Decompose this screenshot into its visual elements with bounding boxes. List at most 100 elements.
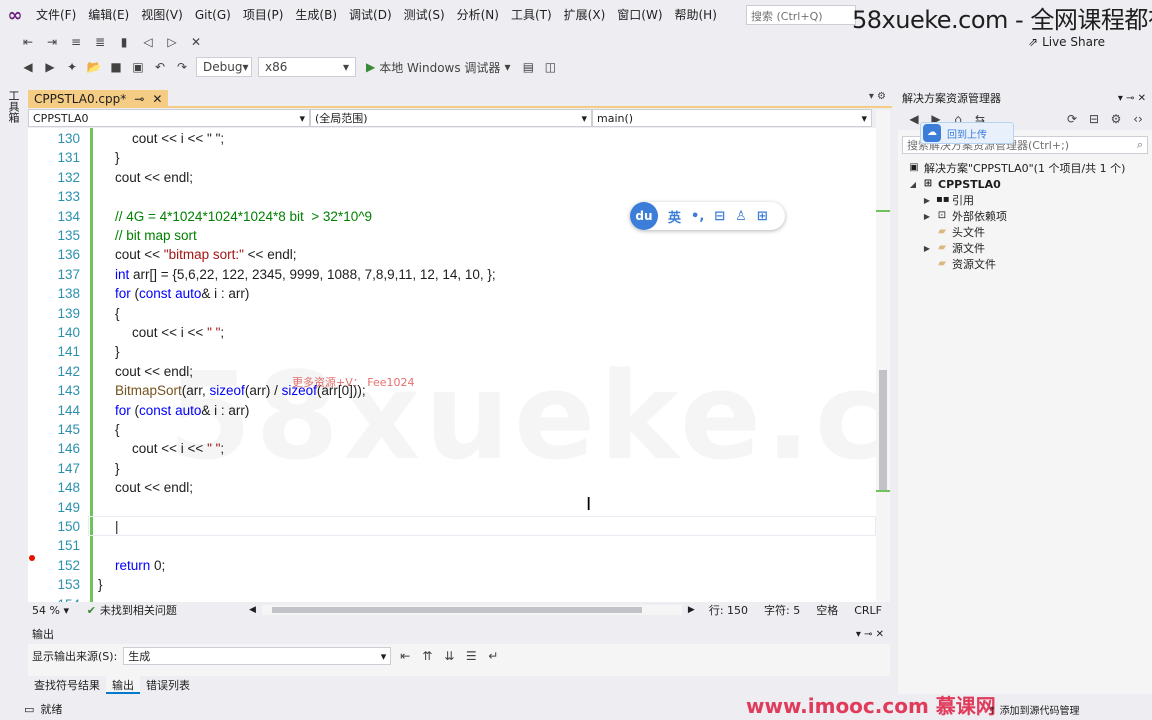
tree-item-source-files[interactable]: ▶ ▰ 源文件 [922, 240, 985, 256]
zoom-select[interactable]: 54 % ▾ [28, 604, 87, 617]
menu-debug[interactable]: 调试(D) [343, 0, 398, 30]
toolbox-tab[interactable]: 工具箱 [7, 90, 21, 123]
code-line[interactable]: 154 [28, 595, 876, 602]
run-debugger-button[interactable]: ▶ 本地 Windows 调试器 ▾ [362, 59, 514, 76]
clear-all-icon[interactable]: ☰ [463, 648, 479, 664]
menu-extensions[interactable]: 扩展(X) [558, 0, 612, 30]
clear-bookmarks-icon[interactable]: ✕ [188, 34, 204, 50]
code-line[interactable]: 152 return 0; [28, 556, 876, 575]
ime-keyboard-icon[interactable]: ⊟ [714, 209, 725, 224]
config-select[interactable]: Debug ▾ [196, 57, 252, 77]
collapse-all-icon[interactable]: ⊟ [1086, 111, 1102, 127]
code-line[interactable]: 137 int arr[] = {5,6,22, 122, 2345, 9999,… [28, 265, 876, 284]
search-input[interactable]: 搜索 (Ctrl+Q) [746, 5, 856, 25]
visual-studio-logo-icon[interactable]: ∞ [0, 0, 30, 30]
menu-test[interactable]: 测试(S) [398, 0, 451, 30]
code-line[interactable]: 139 { [28, 304, 876, 323]
properties-icon[interactable]: ⚙ [1108, 111, 1124, 127]
member-select[interactable]: main() ▾ [592, 109, 872, 127]
undo-icon[interactable]: ↶ [152, 59, 168, 75]
collapsed-arrow-icon[interactable]: ▶ [922, 212, 932, 221]
tree-item-external-deps[interactable]: ▶ ⊡ 外部依赖项 [922, 208, 1007, 224]
sync-icon[interactable]: ⟳ [1064, 111, 1080, 127]
prev-bookmark-icon[interactable]: ◁ [140, 34, 156, 50]
code-line[interactable]: 130 cout << i << " "; [28, 129, 876, 148]
editor-horizontal-scrollbar[interactable] [261, 605, 682, 615]
menu-build[interactable]: 生成(B) [289, 0, 343, 30]
menu-git[interactable]: Git(G) [189, 0, 237, 30]
add-to-source-control-button[interactable]: ↑ 添加到源代码管理 [988, 702, 1080, 717]
tree-item-solution[interactable]: ▣ 解决方案"CPPSTLA0"(1 个项目/共 1 个) [908, 160, 1125, 176]
expanded-arrow-icon[interactable]: ◢ [908, 180, 918, 189]
comment-icon[interactable]: ≡ [68, 34, 84, 50]
tree-item-header-files[interactable]: ▰ 头文件 [922, 224, 985, 240]
word-wrap-icon[interactable]: ↵ [485, 648, 501, 664]
next-bookmark-icon[interactable]: ▷ [164, 34, 180, 50]
cloud-upload-badge[interactable]: ☁ 回到上传 [920, 122, 1014, 144]
menu-window[interactable]: 窗口(W) [611, 0, 668, 30]
code-editor[interactable]: 130 cout << i << " "; 131} 132 cout << end… [28, 128, 876, 602]
prev-message-icon[interactable]: ⇈ [419, 648, 435, 664]
open-file-icon[interactable]: 📂 [86, 59, 102, 75]
scroll-right-icon[interactable]: ▶ [682, 605, 701, 615]
scrollbar-thumb[interactable] [271, 607, 642, 613]
tree-item-references[interactable]: ▶ ▪▪ 引用 [922, 192, 974, 208]
code-line[interactable]: 153} [28, 575, 876, 594]
scrollbar-thumb[interactable] [879, 370, 887, 490]
tab-error-list[interactable]: 错误列表 [140, 676, 196, 694]
redo-icon[interactable]: ↷ [174, 59, 190, 75]
platform-select[interactable]: x86 ▾ [258, 57, 356, 77]
code-line[interactable]: 138 for (const auto& i : arr) [28, 284, 876, 303]
line-ending-indicator[interactable]: CRLF [846, 604, 890, 617]
tab-cppstla0[interactable]: CPPSTLA0.cpp* ⊸ ✕ [28, 90, 169, 108]
ime-user-icon[interactable]: ♙ [735, 209, 747, 224]
indent-icon[interactable]: ⇤ [20, 34, 36, 50]
panel-controls-icon[interactable]: ▾ ⊸ ✕ [1118, 90, 1146, 108]
panel-controls-icon[interactable]: ▾ ⊸ ✕ [856, 626, 884, 644]
code-view-icon[interactable]: ‹› [1130, 111, 1146, 127]
ime-grid-icon[interactable]: ⊞ [757, 209, 768, 224]
tab-overflow-icon[interactable]: ▾ ⚙ [869, 91, 886, 102]
tab-output[interactable]: 输出 [106, 676, 140, 694]
ime-language-toggle[interactable]: 英 [668, 207, 681, 226]
project-select[interactable]: CPPSTLA0 ▾ [28, 109, 310, 127]
scroll-left-icon[interactable]: ◀ [243, 605, 262, 615]
save-icon[interactable]: ■ [108, 59, 124, 75]
folder-icon[interactable]: ▤ [520, 59, 536, 75]
next-message-icon[interactable]: ⇊ [441, 648, 457, 664]
scope-select[interactable]: (全局范围) ▾ [310, 109, 592, 127]
whitespace-indicator[interactable]: 空格 [808, 602, 846, 618]
pin-icon[interactable]: ⊸ [134, 92, 144, 106]
uncomment-icon[interactable]: ≣ [92, 34, 108, 50]
menu-help[interactable]: 帮助(H) [669, 0, 723, 30]
output-source-select[interactable]: 生成 ▾ [123, 647, 392, 665]
code-line[interactable]: 140 cout << i << " "; [28, 323, 876, 342]
issues-indicator[interactable]: ✔ 未找到相关问题 [87, 602, 243, 618]
tree-item-project[interactable]: ◢ ⊞ CPPSTLA0 [908, 176, 1001, 192]
outdent-icon[interactable]: ⇥ [44, 34, 60, 50]
code-line[interactable]: 132 cout << endl; [28, 168, 876, 187]
ime-logo-icon[interactable]: du [630, 202, 658, 230]
menu-file[interactable]: 文件(F) [30, 0, 82, 30]
tree-item-resource-files[interactable]: ▰ 资源文件 [922, 256, 996, 272]
forward-icon[interactable]: ▶ [42, 59, 58, 75]
menu-view[interactable]: 视图(V) [135, 0, 189, 30]
go-to-message-icon[interactable]: ⇤ [397, 648, 413, 664]
collapsed-arrow-icon[interactable]: ▶ [922, 244, 932, 253]
menu-tools[interactable]: 工具(T) [505, 0, 558, 30]
close-icon[interactable]: ✕ [152, 92, 162, 106]
new-project-icon[interactable]: ✦ [64, 59, 80, 75]
back-icon[interactable]: ◀ [20, 59, 36, 75]
code-line[interactable]: 150 | [28, 517, 876, 536]
ime-toolbar[interactable]: du 英 •, ⊟ ♙ ⊞ [630, 202, 785, 230]
screenshot-icon[interactable]: ◫ [542, 59, 558, 75]
live-share-button[interactable]: ⇗ Live Share [1028, 35, 1105, 49]
menu-project[interactable]: 项目(P) [237, 0, 290, 30]
code-line[interactable]: 149 [28, 498, 876, 517]
menu-analyze[interactable]: 分析(N) [451, 0, 505, 30]
code-line[interactable]: 136 cout << "bitmap sort:" << endl; [28, 245, 876, 264]
editor-vertical-scrollbar[interactable] [876, 110, 890, 602]
save-all-icon[interactable]: ▣ [130, 59, 146, 75]
ime-punctuation-icon[interactable]: •, [691, 209, 704, 224]
tab-find-symbol-results[interactable]: 查找符号结果 [28, 676, 106, 694]
